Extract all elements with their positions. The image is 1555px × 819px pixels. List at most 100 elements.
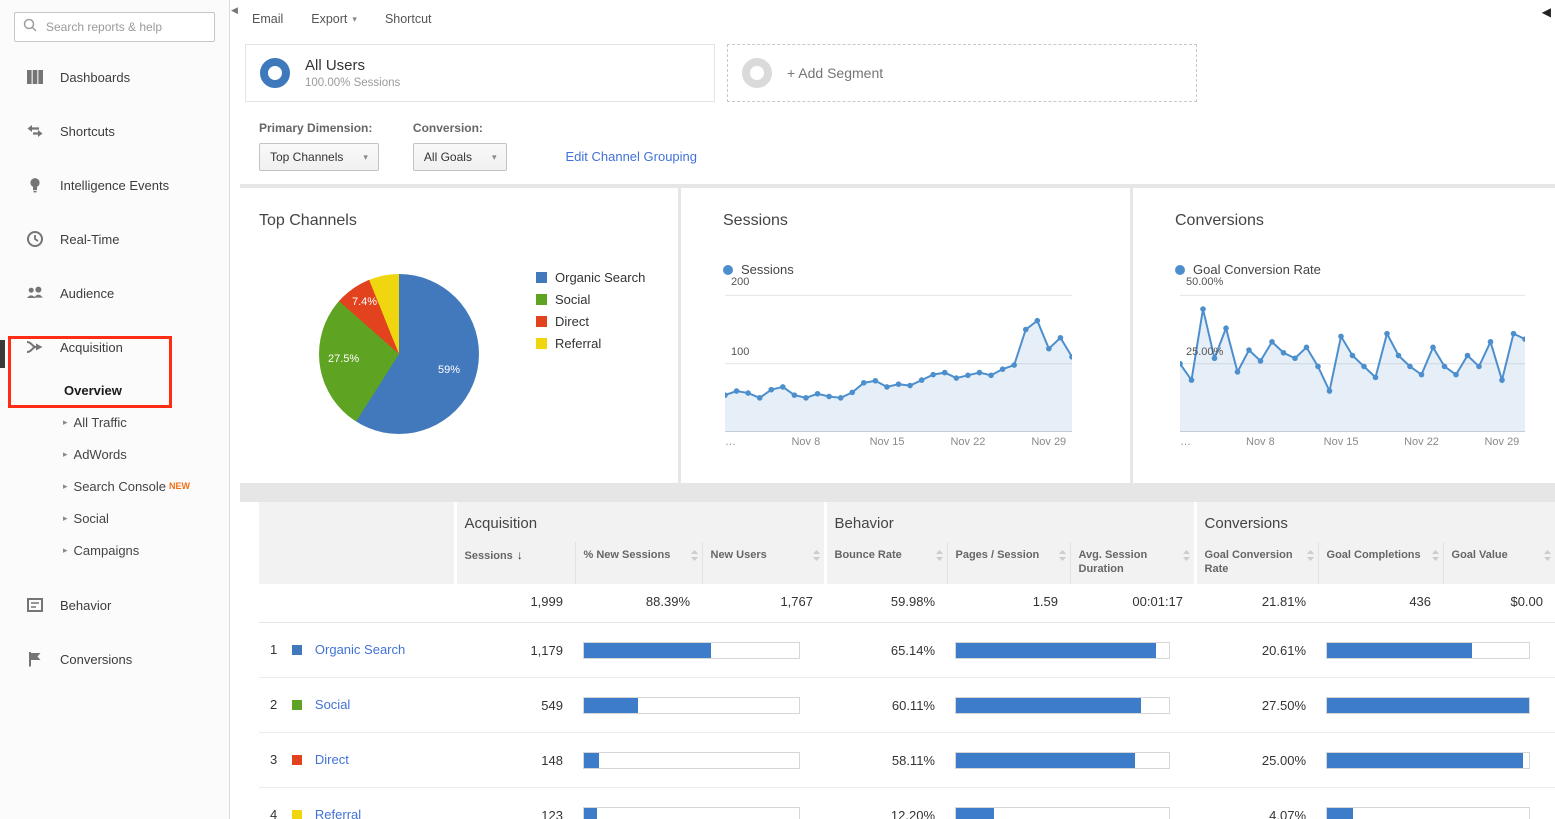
column-header-avg-session-duration[interactable]: Avg. Session Duration (1070, 542, 1195, 584)
analytics-app: Dashboards Shortcuts Intelligence Events… (0, 0, 1555, 819)
row-rank: 2 (270, 697, 282, 712)
bounce-rate-value: 58.11% (825, 733, 947, 788)
table-row: 1 Organic Search 1,179 65.14% 20.61% (259, 623, 1555, 678)
sidebar-item-conversions[interactable]: Conversions (0, 632, 229, 686)
legend-dot-icon (723, 265, 733, 275)
column-header-goal-completions[interactable]: Goal Completions (1318, 542, 1443, 584)
chevron-right-icon: ▸ (63, 417, 68, 428)
report-toolbar: Email Export▾ Shortcut (230, 0, 1555, 38)
bar-fill (1327, 753, 1523, 768)
sort-icon (1307, 550, 1314, 565)
search-input[interactable] (44, 19, 206, 35)
table-row: 4 Referral 123 12.20% 4.07% (259, 788, 1555, 819)
sub-item-label: AdWords (74, 447, 127, 462)
segment-all-users[interactable]: All Users 100.00% Sessions (245, 44, 715, 102)
search-icon (23, 18, 37, 37)
sessions-value: 123 (455, 788, 575, 819)
column-header-goal-value[interactable]: Goal Value (1443, 542, 1555, 584)
column-header-pages-session[interactable]: Pages / Session (947, 542, 1070, 584)
bar-fill (956, 698, 1141, 713)
conversions-chart-svg (1180, 292, 1525, 432)
chevron-right-icon: ▸ (63, 449, 68, 460)
sidebar-item-shortcuts[interactable]: Shortcuts (0, 104, 229, 158)
y-axis-tick: 25.00% (1186, 346, 1223, 358)
shortcut-button[interactable]: Shortcut (385, 12, 432, 26)
conversions-chart: 50.00% 25.00% (1180, 292, 1525, 432)
sidebar-item-social[interactable]: ▸ Social (0, 502, 229, 534)
y-axis-tick: 200 (731, 276, 749, 288)
search-box[interactable] (14, 12, 215, 42)
sidebar-item-campaigns[interactable]: ▸ Campaigns (0, 534, 229, 566)
sort-icon (1432, 550, 1439, 565)
total-pages-session: 1.59 (947, 584, 1070, 623)
add-segment-card[interactable]: + Add Segment (727, 44, 1197, 102)
behavior-bar-cell (947, 788, 1195, 819)
conversions-panel: Conversions Goal Conversion Rate 50.00% … (1133, 188, 1555, 483)
sort-icon (936, 550, 943, 565)
sidebar-item-behavior[interactable]: Behavior (0, 578, 229, 632)
sidebar-item-all-traffic[interactable]: ▸ All Traffic (0, 406, 229, 438)
goal-rate-value: 27.50% (1195, 678, 1318, 733)
edit-channel-grouping-link[interactable]: Edit Channel Grouping (565, 149, 697, 164)
sidebar-item-overview[interactable]: Overview (0, 374, 229, 406)
channel-color-chip (292, 755, 302, 765)
totals-empty-cell (259, 584, 455, 623)
sidebar-item-audience[interactable]: Audience (0, 266, 229, 320)
table-row: 3 Direct 148 58.11% 25.00% (259, 733, 1555, 788)
bounce-rate-value: 65.14% (825, 623, 947, 678)
channel-color-chip (292, 645, 302, 655)
total-bounce-rate: 59.98% (825, 584, 947, 623)
column-header-new-sessions[interactable]: % New Sessions (575, 542, 702, 584)
pie-legend: Organic Search Social Direct Referr (536, 270, 645, 358)
row-rank: 4 (270, 807, 282, 819)
y-axis-tick: 100 (731, 346, 749, 358)
channel-link[interactable]: Direct (315, 752, 349, 767)
sessions-x-axis: … Nov 8 Nov 15 Nov 22 Nov 29 (725, 436, 1072, 450)
export-button[interactable]: Export▾ (311, 12, 357, 26)
goal-rate-value: 20.61% (1195, 623, 1318, 678)
bar-fill (956, 643, 1156, 658)
sidebar-item-acquisition[interactable]: Acquisition (0, 320, 229, 374)
sessions-panel: Sessions Sessions 200 100 … Nov 8 Nov 15 (681, 188, 1130, 483)
bounce-rate-value: 60.11% (825, 678, 947, 733)
sessions-bar-cell (575, 678, 825, 733)
main-content: ◀ ◀ Email Export▾ Shortcut All Users 100… (230, 0, 1555, 819)
channel-link[interactable]: Referral (315, 807, 361, 819)
sessions-chart: 200 100 (725, 292, 1072, 432)
column-header-new-users[interactable]: New Users (702, 542, 825, 584)
sessions-bar-cell (575, 623, 825, 678)
channel-link[interactable]: Social (315, 697, 350, 712)
behavior-bar-cell (947, 678, 1195, 733)
top-channels-panel: Top Channels 59% 27.5% 7.4% Organic Sear… (240, 188, 678, 483)
channel-color-chip (292, 810, 302, 819)
sidebar-item-intelligence-events[interactable]: Intelligence Events (0, 158, 229, 212)
column-header-sessions[interactable]: Sessions↓ (455, 542, 575, 584)
total-goal-completions: 436 (1318, 584, 1443, 623)
channel-link[interactable]: Organic Search (315, 642, 405, 657)
panel-title: Conversions (1133, 188, 1555, 230)
collapse-panel-icon[interactable]: ◀ (1542, 5, 1551, 19)
total-avg-duration: 00:01:17 (1070, 584, 1195, 623)
legend-item-direct: Direct (536, 314, 645, 329)
sidebar-item-search-console[interactable]: ▸ Search Console NEW (0, 470, 229, 502)
sub-item-label: All Traffic (74, 415, 127, 430)
sidebar-item-dashboards[interactable]: Dashboards (0, 50, 229, 104)
table-totals-row: 1,999 88.39% 1,767 59.98% 1.59 00:01:17 … (259, 584, 1555, 623)
sidebar-item-adwords[interactable]: ▸ AdWords (0, 438, 229, 470)
column-header-goal-conversion-rate[interactable]: Goal Conversion Rate (1195, 542, 1318, 584)
sidebar-item-real-time[interactable]: Real-Time (0, 212, 229, 266)
column-header-bounce-rate[interactable]: Bounce Rate (825, 542, 947, 584)
sessions-bar-cell (575, 788, 825, 819)
sidebar: Dashboards Shortcuts Intelligence Events… (0, 0, 230, 819)
people-icon (26, 284, 44, 302)
behavior-icon (26, 596, 44, 614)
bar-fill (1327, 808, 1353, 819)
channels-pie: 59% 27.5% 7.4% (319, 274, 479, 434)
email-button[interactable]: Email (252, 12, 283, 26)
collapse-sidebar-icon[interactable]: ◀ (231, 5, 238, 16)
row-rank: 3 (270, 752, 282, 767)
table-column-header-row: Sessions↓ % New Sessions New Users Bounc… (259, 542, 1555, 584)
primary-dimension-dropdown[interactable]: Top Channels ▾ (259, 143, 379, 171)
sidebar-item-label: Real-Time (60, 232, 119, 247)
conversion-dropdown[interactable]: All Goals ▾ (413, 143, 508, 171)
